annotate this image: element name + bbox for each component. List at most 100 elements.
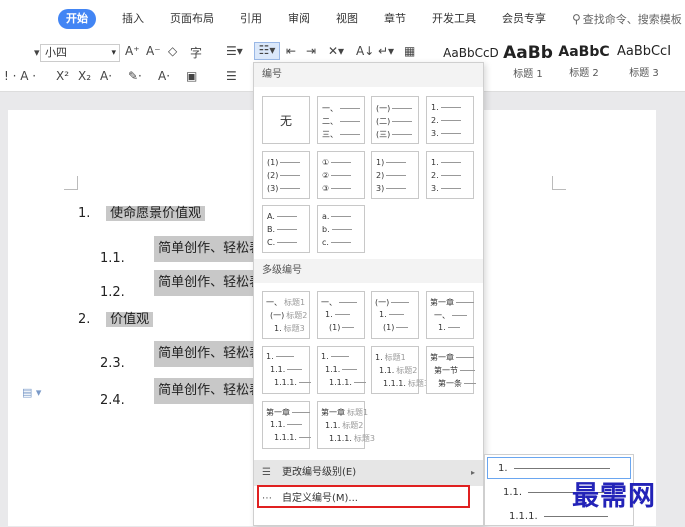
tile-line: 1. 标题1 — [375, 352, 406, 363]
show-marks-icon[interactable]: ↵▾ — [378, 44, 394, 58]
tile-number: 2. — [431, 171, 439, 180]
tile-line: 2) — [376, 171, 407, 180]
numbering-tile[interactable]: ① ② ③ — [317, 151, 365, 199]
tile-line: 1.1.1. 标题3 — [329, 433, 375, 444]
tile-line: (1) — [383, 323, 409, 332]
style-heading-3[interactable]: AaBbCcI 标题 3 — [613, 44, 675, 79]
highlight-icon[interactable]: ✎· — [128, 69, 142, 83]
chevron-down-icon: ▾ — [111, 48, 116, 58]
list-item[interactable]: 2.3. 简单创作、轻松表 — [100, 341, 259, 371]
tile-line: (1) — [267, 158, 301, 167]
multilevel-tile[interactable]: 1. 标题1 1.1. 标题2 1.1.1. 标题3 — [371, 346, 429, 394]
font-color-icon[interactable]: A· — [158, 69, 170, 83]
tab-section[interactable]: 章节 — [384, 9, 406, 29]
tile-number: B. — [267, 225, 276, 234]
tile-rule — [391, 302, 410, 303]
tab-developer[interactable]: 开发工具 — [432, 9, 476, 29]
font-size-value: 小四 — [45, 46, 67, 59]
tab-member[interactable]: 会员专享 — [502, 9, 546, 29]
tile-number: 第一章 — [430, 298, 454, 307]
list-item[interactable]: 1.1. 简单创作、轻松表 — [100, 236, 259, 266]
numbering-none-tile[interactable]: 无 — [262, 96, 310, 144]
char-border-icon[interactable]: ▣ — [186, 69, 197, 83]
change-numbering-level-item[interactable]: ☰ 更改编号级别(E) ▸ — [254, 460, 483, 486]
search-box[interactable]: ⚲ 查找命令、搜索模板 — [572, 11, 682, 27]
shrink-font-icon[interactable]: A⁻ — [146, 44, 161, 58]
numbering-tile[interactable]: (一) (二) (三) — [371, 96, 419, 144]
multilevel-tile[interactable]: 第一章 标题1 1.1. 标题2 1.1.1. 标题3 — [317, 401, 375, 449]
numbering-tile[interactable]: A. B. C. — [262, 205, 310, 253]
tile-number: 1. — [274, 324, 282, 333]
multilevel-tile[interactable]: 第一章 1.1. 1.1.1. — [262, 401, 311, 449]
tile-rule — [386, 162, 407, 163]
tile-rule — [342, 327, 355, 328]
tile-line: 1.1. — [270, 420, 303, 429]
multilevel-tile[interactable]: 第一章 第一节 第一条 — [426, 346, 476, 394]
tab-page-layout[interactable]: 页面布局 — [170, 9, 214, 29]
numbering-tile[interactable]: 1) 2) 3) — [371, 151, 419, 199]
tile-rule — [292, 412, 310, 413]
numbering-tile[interactable]: (1) (2) (3) — [262, 151, 310, 199]
tab-review[interactable]: 审阅 — [288, 9, 310, 29]
multilevel-tile[interactable]: (一) 1. (1) — [371, 291, 419, 339]
multilevel-tile[interactable]: 第一章 一、 1. — [426, 291, 474, 339]
tile-line: 3. — [431, 129, 461, 138]
tab-insert[interactable]: 插入 — [122, 9, 144, 29]
tile-rule — [353, 382, 366, 383]
tile-line: 1.1.1. 标题3 — [383, 378, 429, 389]
superscript-icon[interactable]: X² — [56, 69, 69, 83]
tile-rule — [331, 216, 352, 217]
numbering-tile[interactable]: 1. 2. 3. — [426, 151, 474, 199]
grow-font-icon[interactable]: A⁺ — [125, 44, 140, 58]
style-heading-1[interactable]: AaBb 标题 1 — [500, 43, 556, 80]
clear-format-icon[interactable]: ◇ — [168, 44, 177, 58]
list-text: 简单创作、轻松表 — [154, 341, 259, 367]
list-text: 使命愿景价值观 — [106, 206, 206, 221]
tile-line: 1.1. 标题2 — [325, 420, 363, 431]
tile-number: 2. — [431, 116, 439, 125]
subscript-icon[interactable]: X₂ — [78, 69, 91, 83]
text-effect-icon[interactable]: A· — [100, 69, 112, 83]
font-dropdown-arrow-icon[interactable]: ▾ — [34, 46, 40, 59]
style-heading-2[interactable]: AaBbC 标题 2 — [555, 44, 613, 79]
tile-number: 2) — [376, 171, 385, 180]
tile-rule — [298, 437, 311, 438]
list-item[interactable]: 1. 使命愿景价值观 — [78, 201, 206, 227]
list-item[interactable]: 2.4. 简单创作、轻松表 — [100, 378, 259, 408]
multilevel-tile[interactable]: 一、 标题1 (一) 标题2 1. 标题3 — [262, 291, 310, 339]
table-icon[interactable]: ▦ — [404, 44, 415, 58]
tile-line: 三、 — [322, 129, 360, 140]
bullet-list-icon[interactable]: ☰▾ — [226, 44, 243, 58]
phonetic-icon[interactable]: 字 — [190, 44, 202, 61]
tile-number: 三、 — [322, 130, 338, 139]
search-icon: ⚲ — [572, 12, 581, 26]
tile-rule — [440, 175, 461, 176]
decrease-indent-icon[interactable]: ⇤ — [286, 44, 296, 58]
tile-number: (1) — [329, 323, 341, 332]
tab-home[interactable]: 开始 — [58, 9, 96, 29]
tile-number: 第一章 — [430, 353, 454, 362]
sort-icon[interactable]: A↓ — [356, 44, 374, 58]
tile-number: 二、 — [322, 117, 338, 126]
tile-rule — [331, 175, 352, 176]
numbered-list-icon[interactable]: ☷▾ — [254, 42, 280, 60]
font-size-select[interactable]: 小四 ▾ — [40, 44, 120, 62]
numbering-tile[interactable]: a. b. c. — [317, 205, 365, 253]
increase-indent-icon[interactable]: ⇥ — [306, 44, 316, 58]
tile-rule — [456, 302, 474, 303]
multilevel-tile[interactable]: 1. 1.1. 1.1.1. — [262, 346, 311, 394]
numbering-tile[interactable]: 1. 2. 3. — [426, 96, 474, 144]
tab-references[interactable]: 引用 — [240, 9, 262, 29]
list-item[interactable]: 1.2. 简单创作、轻松表 — [100, 270, 259, 300]
numbering-tile[interactable]: 一、 二、 三、 — [317, 96, 365, 144]
chinese-layout-icon[interactable]: ✕▾ — [328, 44, 344, 58]
tile-rule — [392, 134, 413, 135]
paragraph-handle-icon[interactable]: ▤ ▾ — [22, 386, 41, 399]
tab-view[interactable]: 视图 — [336, 9, 358, 29]
list-item[interactable]: 2. 价值观 — [78, 307, 154, 333]
multilevel-tile[interactable]: 一、 1. (1) — [317, 291, 365, 339]
font-color-dropdown-icon[interactable]: ! · A · — [4, 69, 36, 83]
tile-number: 3) — [376, 184, 385, 193]
multilevel-tile[interactable]: 1. 1.1. 1.1.1. — [317, 346, 366, 394]
align-left-icon[interactable]: ☰ — [226, 69, 237, 83]
